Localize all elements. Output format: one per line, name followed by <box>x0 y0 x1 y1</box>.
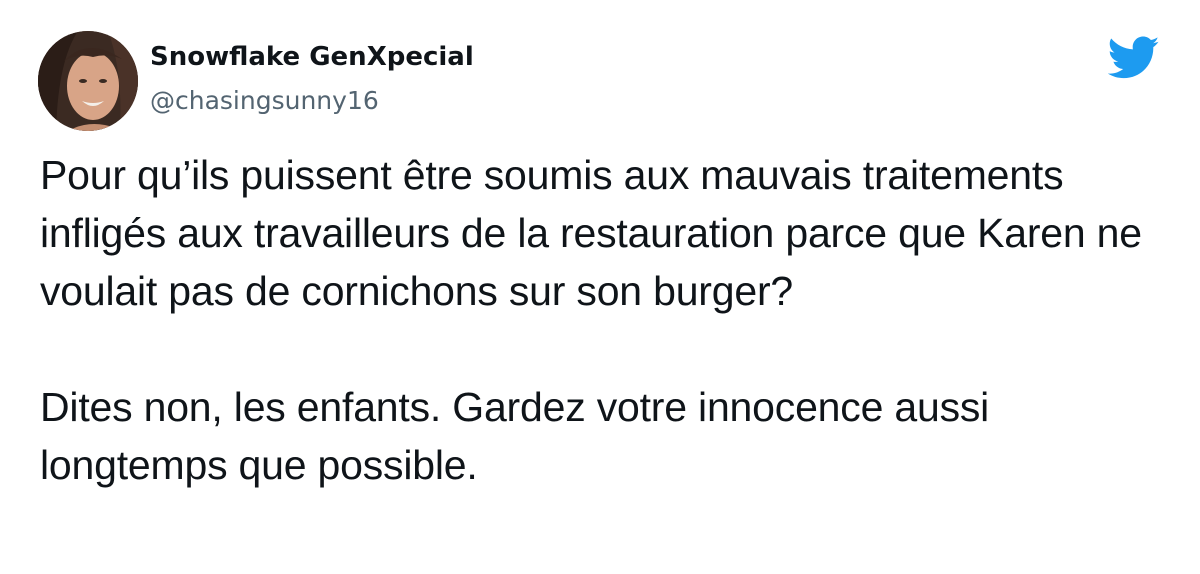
tweet-paragraph: Pour qu’ils puissent être soumis aux mau… <box>40 152 1142 314</box>
twitter-bird-icon[interactable] <box>1107 36 1160 80</box>
tweet-paragraph: Dites non, les enfants. Gardez votre inn… <box>40 384 990 488</box>
tweet-text: Pour qu’ils puissent être soumis aux mau… <box>40 146 1170 494</box>
author-handle[interactable]: @chasingsunny16 <box>150 84 379 118</box>
avatar-photo-icon <box>38 31 138 131</box>
avatar[interactable] <box>38 31 138 131</box>
tweet-card: Snowflake GenXpecial @chasingsunny16 Pou… <box>0 0 1200 574</box>
author-display-name[interactable]: Snowflake GenXpecial <box>150 40 474 74</box>
